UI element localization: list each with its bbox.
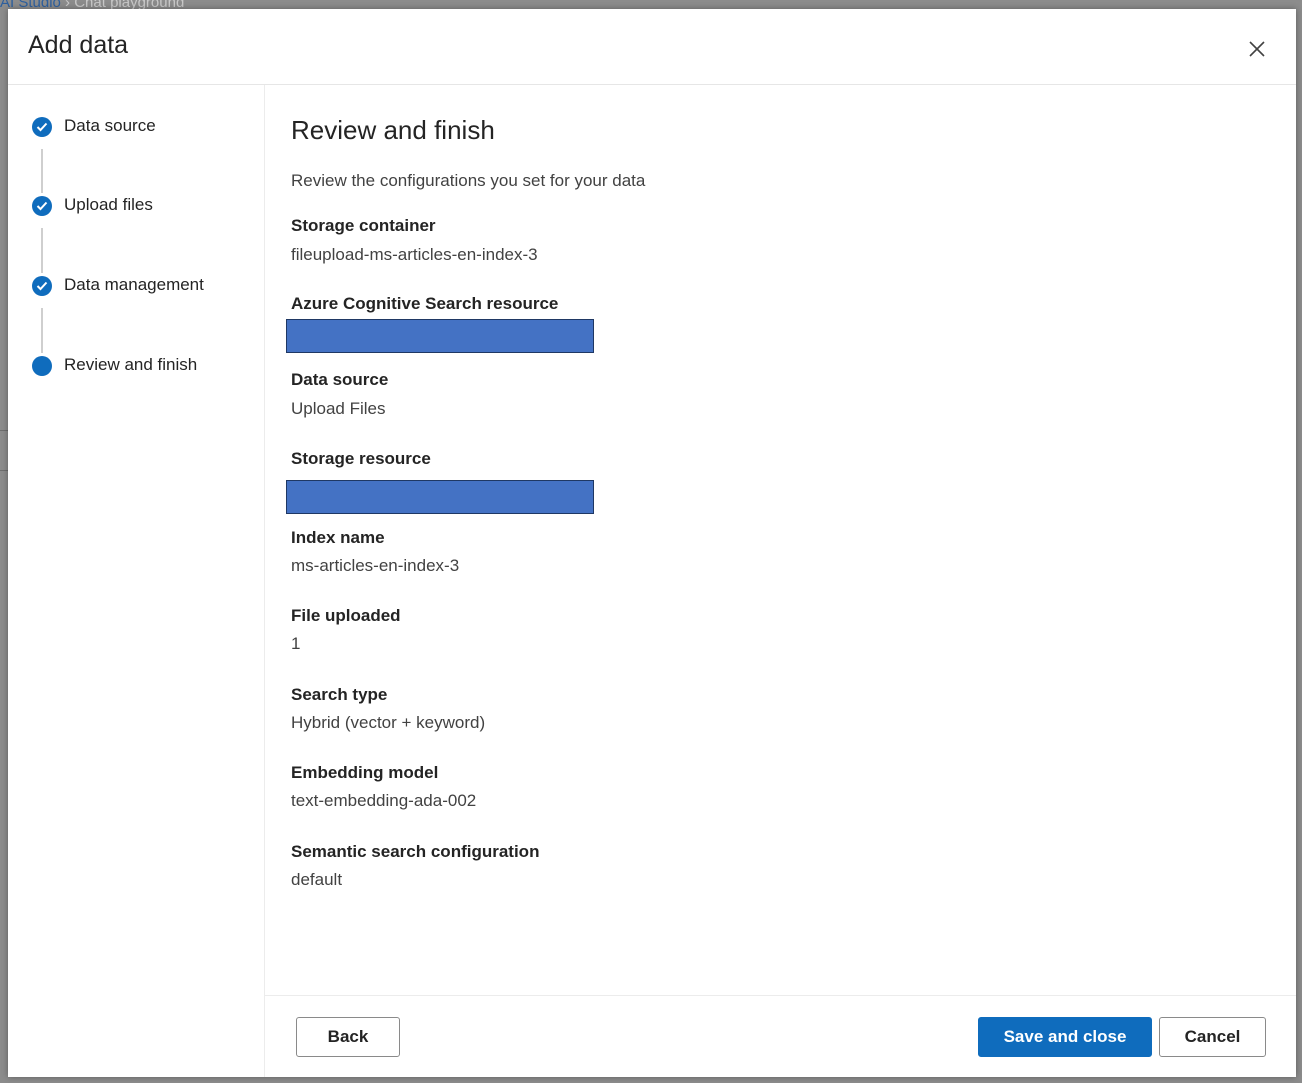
wizard-steps: Data source Upload files Data management… xyxy=(8,85,265,1077)
step-completed-icon xyxy=(32,276,52,296)
step-label: Upload files xyxy=(64,195,153,214)
cancel-button[interactable]: Cancel xyxy=(1159,1017,1266,1057)
storage-resource-label: Storage resource xyxy=(291,449,431,468)
step-current-icon xyxy=(32,356,52,376)
file-uploaded-label: File uploaded xyxy=(291,606,401,625)
index-name-value: ms-articles-en-index-3 xyxy=(291,556,460,575)
review-content: Review and finish Review the configurati… xyxy=(265,85,1296,995)
step-connector xyxy=(41,308,43,353)
page-description: Review the configurations you set for yo… xyxy=(291,171,646,190)
storage-resource-redacted xyxy=(286,480,594,514)
close-icon xyxy=(1249,41,1265,57)
back-button[interactable]: Back xyxy=(296,1017,400,1057)
background-divider xyxy=(0,470,8,471)
search-type-label: Search type xyxy=(291,685,388,704)
search-resource-redacted xyxy=(286,319,594,353)
page-title: Review and finish xyxy=(291,115,495,145)
step-completed-icon xyxy=(32,117,52,137)
dialog-header: Add data xyxy=(8,9,1296,85)
background-divider xyxy=(0,430,8,431)
data-source-value: Upload Files xyxy=(291,399,386,418)
search-type-value: Hybrid (vector + keyword) xyxy=(291,713,486,732)
semantic-config-label: Semantic search configuration xyxy=(291,842,540,861)
index-name-label: Index name xyxy=(291,528,385,547)
step-connector xyxy=(41,149,43,193)
step-completed-icon xyxy=(32,196,52,216)
add-data-dialog: Add data Data source Upload files Data m… xyxy=(8,9,1296,1077)
storage-container-value: fileupload-ms-articles-en-index-3 xyxy=(291,245,538,264)
save-and-close-button[interactable]: Save and close xyxy=(978,1017,1152,1057)
dialog-title: Add data xyxy=(28,31,129,59)
embedding-model-label: Embedding model xyxy=(291,763,439,782)
data-source-label: Data source xyxy=(291,370,389,389)
dialog-footer: Back Save and close Cancel xyxy=(265,995,1296,1078)
step-label: Data management xyxy=(64,275,204,294)
search-resource-label: Azure Cognitive Search resource xyxy=(291,294,559,313)
file-uploaded-value: 1 xyxy=(291,634,301,653)
embedding-model-value: text-embedding-ada-002 xyxy=(291,791,477,810)
semantic-config-value: default xyxy=(291,870,343,889)
step-connector xyxy=(41,228,43,273)
step-label: Data source xyxy=(64,116,156,135)
step-label: Review and finish xyxy=(64,355,198,374)
storage-container-label: Storage container xyxy=(291,216,436,235)
close-button[interactable] xyxy=(1242,34,1272,64)
